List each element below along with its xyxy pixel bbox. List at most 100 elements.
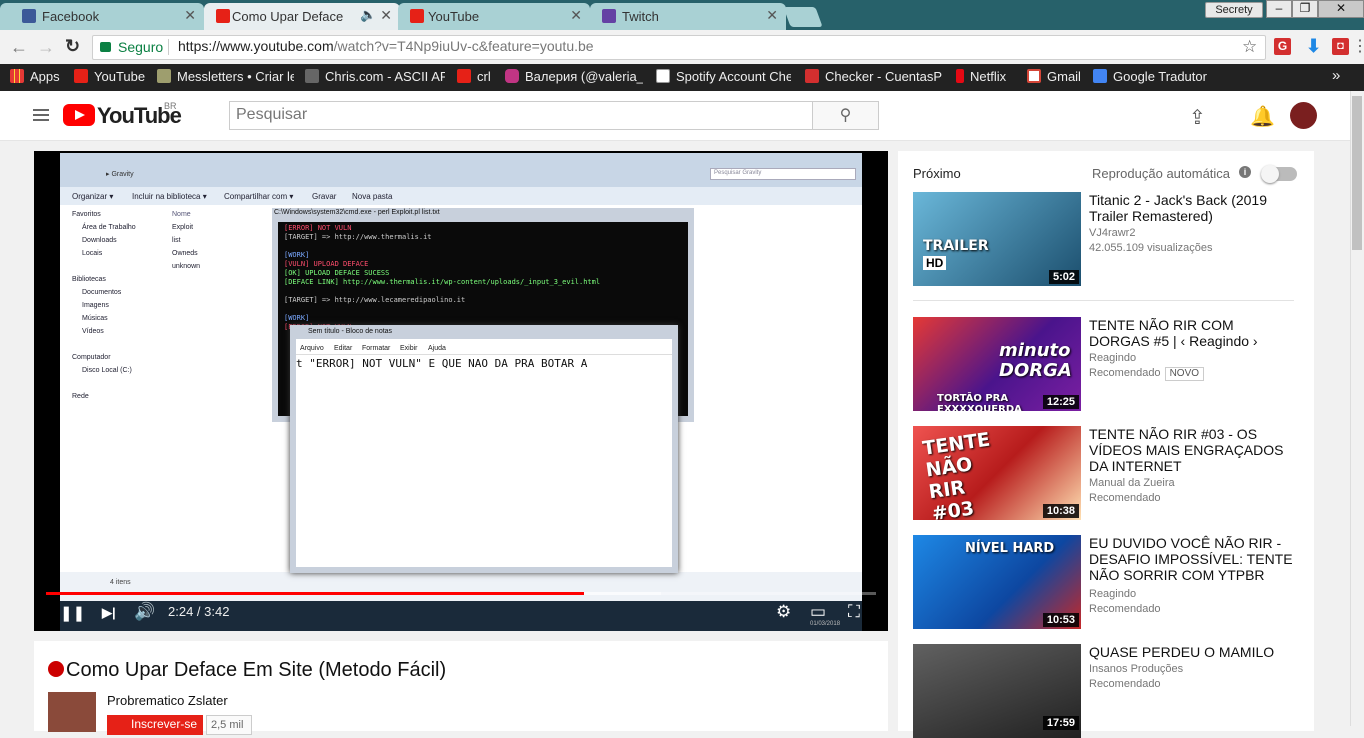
explorer-file-list: Nome Exploit list Owneds unknown [172,208,262,288]
bookmark-crl[interactable]: crl [457,69,497,84]
notepad-title: Sem título - Bloco de notas [308,328,393,335]
url-text[interactable]: https://www.youtube.com/watch?v=T4Np9iuU… [178,38,594,54]
bookmark-netflix[interactable]: Netflix [956,69,1006,84]
twitch-icon [602,9,616,23]
tab-twitch[interactable]: Twitch ✕ [590,3,786,30]
files-header: Nome [172,211,191,218]
video-item-meta: 42.055.109 visualizações [1089,242,1213,254]
explorer-menu-item: Organizar ▾ [72,192,114,201]
video-thumbnail[interactable]: TENTE NÃO RIR #03 10:38 [913,426,1081,520]
progress-played [46,592,585,595]
video-item-channel[interactable]: Reagindo [1089,351,1309,366]
back-button[interactable]: ← [10,38,28,56]
tab-label: Twitch [622,9,659,24]
cmd-line [284,242,682,251]
explorer-title-bar: ▸ Gravity Pesquisar Gravity [60,153,862,187]
tab-como-upar-deface[interactable]: Como Upar Deface 🔈 ✕ [204,3,400,30]
explorer-menu-item: Incluir na biblioteca ▾ [132,192,207,201]
search-input[interactable]: Pesquisar [229,101,813,130]
extension-icon[interactable]: ◘ [1332,38,1349,55]
notifications-bell-icon[interactable]: 🔔 [1250,104,1275,129]
video-item-title[interactable]: QUASE PERDEU O MAMILO [1089,644,1295,660]
notepad-menu: Arquivo Editar Formatar Exibir Ajuda [296,343,672,355]
explorer-search: Pesquisar Gravity [710,168,856,180]
bookmark-youtube[interactable]: YouTube [74,69,150,84]
bookmark-cuentas-checker[interactable]: Checker - CuentasPre [805,69,942,84]
cmd-line [284,287,682,296]
time-display: 2:24 / 3:42 [168,604,230,619]
video-thumbnail[interactable]: minuto DORGA TORTÃO PRA EXXXXQUERDA 12:2… [913,317,1081,411]
bookmark-star-icon[interactable]: ☆ [1242,37,1257,57]
close-tab-icon[interactable]: ✕ [184,7,196,24]
cmd-title: C:\Windows\system32\cmd.exe - perl Explo… [274,209,440,216]
bookmark-instagram[interactable]: Валерия (@valeria_vi [505,69,643,84]
pause-icon[interactable]: ❚❚ [60,604,85,622]
bookmark-gmail[interactable]: Gmail [1027,69,1081,84]
close-tab-icon[interactable]: ✕ [380,7,392,24]
subscribe-button[interactable]: Inscrever-se [107,715,203,735]
close-tab-icon[interactable]: ✕ [570,7,582,24]
maximize-button[interactable]: ❐ [1292,0,1318,18]
video-thumbnail[interactable]: TRAILER HD 5:02 [913,192,1081,286]
video-item-channel[interactable]: Manual da Zueira [1089,476,1309,491]
extension-g-icon[interactable]: G [1274,38,1291,55]
fullscreen-icon[interactable]: ⛶ [848,602,860,622]
reload-button[interactable]: ↻ [65,37,80,55]
autoplay-toggle[interactable] [1261,165,1297,183]
chris-icon [305,69,319,83]
page-scrollbar-thumb[interactable] [1352,96,1362,250]
avatar[interactable] [1290,102,1317,129]
close-window-button[interactable]: ✕ [1318,0,1364,18]
cursor-icon [805,69,819,83]
autoplay-label: Reprodução automática [1092,166,1231,181]
cmd-line: [ERROR] NOT VULN [284,224,352,232]
tab-facebook[interactable]: Facebook ✕ [0,3,204,30]
video-thumbnail[interactable]: NÍVEL HARD 10:53 [913,535,1081,629]
video-item-title[interactable]: TENTE NÃO RIR COM DORGAS #5 | ‹ Reagindo… [1089,317,1295,349]
explorer-menu-item: Compartilhar com ▾ [224,192,294,201]
volume-icon[interactable]: 🔊 [134,602,155,622]
channel-avatar[interactable] [48,692,96,732]
bookmarks-overflow-icon[interactable]: » [1332,67,1340,84]
info-icon[interactable]: i [1239,166,1251,178]
close-tab-icon[interactable]: ✕ [766,7,778,24]
page-icon [656,69,670,83]
hamburger-menu-icon[interactable] [33,109,49,121]
explorer-command-bar: Organizar ▾ Incluir na biblioteca ▾ Comp… [60,187,862,205]
url-path: /watch?v=T4Np9iuUv-c&feature=youtu.be [333,38,594,54]
bookmark-label: Google Tradutor [1113,69,1207,84]
thumb-text: TENTE NÃO RIR #03 [921,428,992,520]
bookmark-label: Checker - CuentasPre [825,69,942,84]
video-thumbnail[interactable]: 17:59 [913,644,1081,738]
search-button[interactable]: ⚲ [812,101,879,130]
bookmark-messletters[interactable]: Messletters • Criar let [157,69,294,84]
download-extension-icon[interactable]: ⬇ [1306,36,1321,57]
bookmark-google-tradutor[interactable]: Google Tradutor [1093,69,1207,84]
video-item-channel[interactable]: Reagindo [1089,587,1309,602]
bookmark-chris-ascii[interactable]: Chris.com - ASCII AR [305,69,445,84]
minimize-button[interactable]: – [1266,0,1292,18]
video-item-channel[interactable]: VJ4rawr2 [1089,226,1309,241]
settings-gear-icon[interactable]: ⚙ [776,602,791,622]
forward-button[interactable]: → [37,38,55,56]
secure-label[interactable]: Seguro [118,39,163,55]
youtube-logo-icon[interactable] [63,104,95,126]
theater-mode-icon[interactable]: ▭ [810,602,826,622]
apps-grid-icon [10,69,24,83]
video-item-title[interactable]: EU DUVIDO VOCÊ NÃO RIR - DESAFIO IMPOSSÍ… [1089,535,1295,583]
bookmark-apps[interactable]: Apps [10,69,60,84]
speaker-icon[interactable]: 🔈 [360,7,376,23]
video-item-title[interactable]: Titanic 2 - Jack's Back (2019 Trailer Re… [1089,192,1295,224]
cmd-line: [OK] UPLOAD DEFACE SUCESS [284,269,390,277]
bookmark-spotify-checker[interactable]: Spotify Account Chec [656,69,791,84]
tab-youtube[interactable]: YouTube ✕ [398,3,590,30]
chrome-menu-icon[interactable]: ⋮ [1352,36,1364,56]
video-item-channel[interactable]: Insanos Produções [1089,662,1309,677]
upload-icon[interactable]: ⇪ [1189,105,1206,130]
new-tab-button[interactable] [783,7,823,27]
video-item-title[interactable]: TENTE NÃO RIR #03 - OS VÍDEOS MAIS ENGRA… [1089,426,1295,474]
profile-button[interactable]: Secrety [1205,2,1263,18]
next-icon[interactable]: ▶| [102,605,116,621]
bookmark-label: Chris.com - ASCII AR [325,69,445,84]
channel-name[interactable]: Probrematico Zslater [107,693,228,708]
